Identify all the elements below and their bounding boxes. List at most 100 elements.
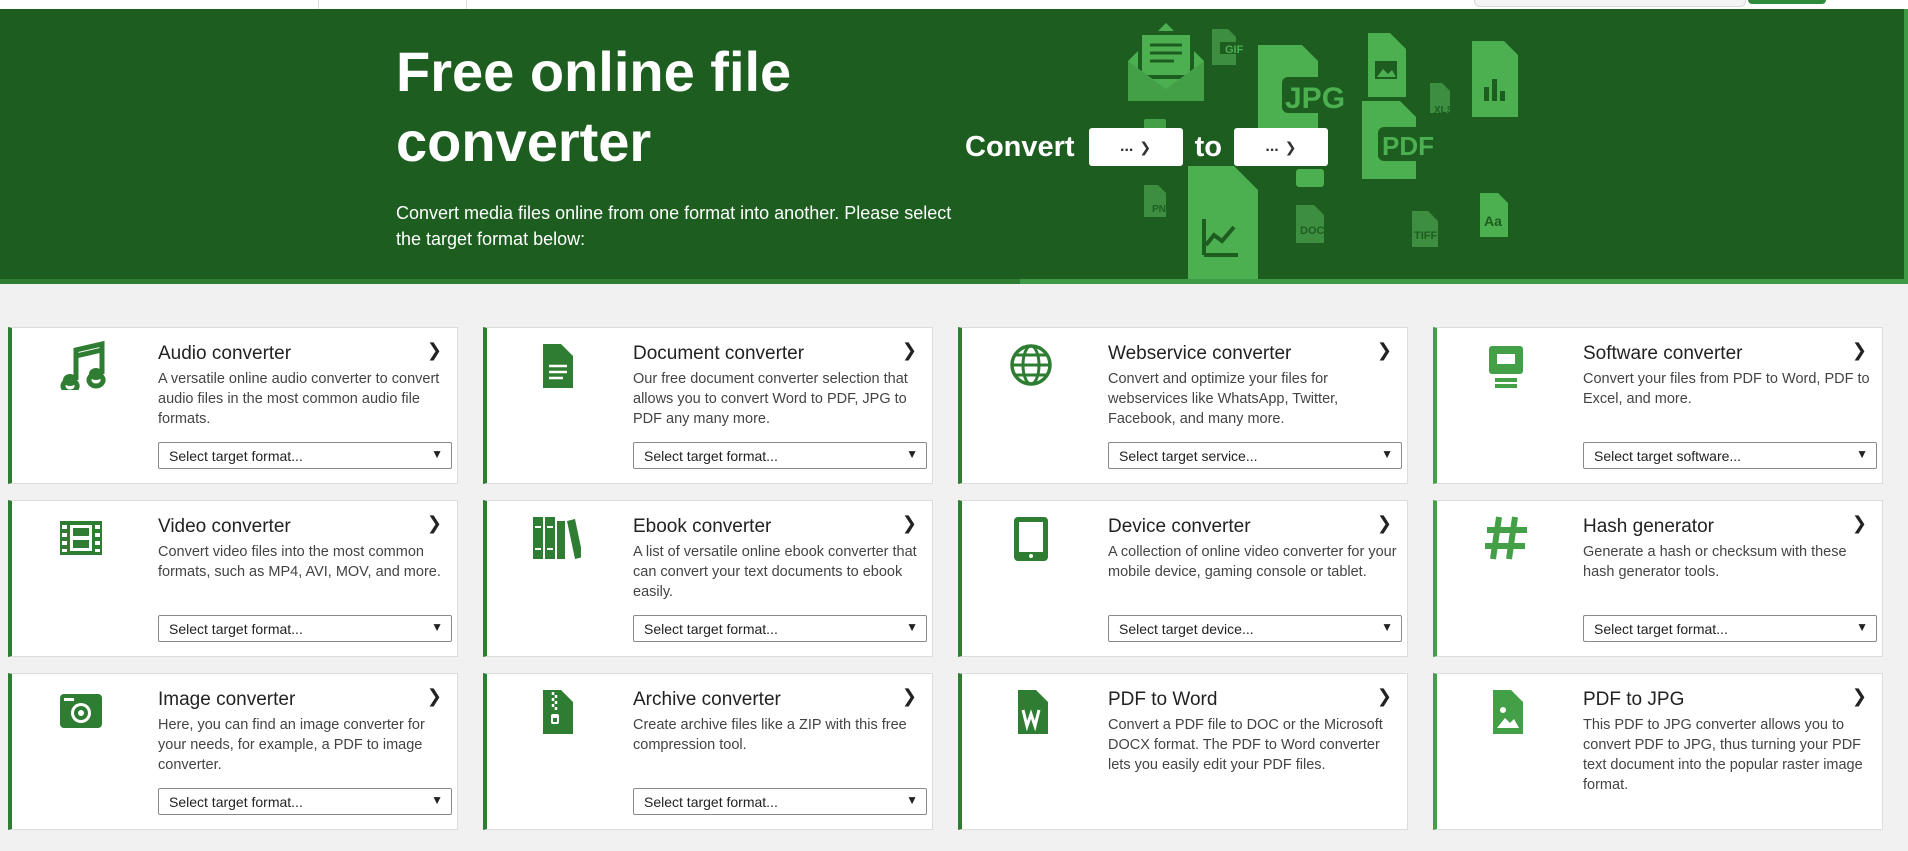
chevron-right-icon[interactable]: ❯ (902, 340, 917, 361)
png-label: PNG (1152, 204, 1174, 215)
target-format-dropdown[interactable]: Select target format... ▼ (633, 615, 927, 642)
hero-description: Convert media files online from one form… (396, 203, 952, 249)
card-title[interactable]: PDF to Word (1108, 689, 1217, 711)
source-format-select[interactable]: ... ❯ (1088, 128, 1183, 166)
chevron-right-icon[interactable]: ❯ (1377, 513, 1392, 534)
dropdown-value: Select target format... (169, 447, 303, 464)
dropdown-value: Select target format... (644, 620, 778, 637)
target-format-dropdown[interactable]: Select target format... ▼ (158, 788, 452, 815)
card-description: Our free document converter selection th… (633, 371, 908, 427)
card-title[interactable]: Ebook converter (633, 516, 771, 538)
font-label: Aa (1484, 213, 1502, 229)
chevron-down-icon: ▼ (1856, 620, 1868, 634)
source-format-value: ... (1120, 138, 1134, 155)
converter-card-video-converter[interactable]: Video converter Convert video files into … (8, 500, 458, 657)
dropdown-value: Select target format... (169, 793, 303, 810)
target-format-dropdown[interactable]: Select target format... ▼ (633, 442, 927, 469)
monitor-icon (1489, 346, 1523, 388)
hero-banner: GIF JPG XLS PDF PNG DOCX TIFF Aa Free on… (0, 9, 1904, 284)
card-description: Convert video files into the most common… (158, 544, 441, 580)
pdf-label: PDF (1382, 131, 1434, 161)
converter-card-document-converter[interactable]: Document converter Our free document conv… (483, 327, 933, 484)
dropdown-value: Select target format... (644, 793, 778, 810)
dropdown-value: Select target format... (169, 620, 303, 637)
converter-card-device-converter[interactable]: Device converter A collection of online v… (958, 500, 1408, 657)
card-description: A versatile online audio converter to co… (158, 371, 440, 427)
chevron-right-icon[interactable]: ❯ (1852, 513, 1867, 534)
card-description: This PDF to JPG converter allows you to … (1583, 717, 1863, 793)
chevron-down-icon: ▼ (906, 793, 918, 807)
chevron-right-icon[interactable]: ❯ (1377, 686, 1392, 707)
chevron-down-icon: ▼ (1381, 447, 1393, 461)
card-title[interactable]: Software converter (1583, 343, 1742, 365)
printer-icon (1296, 169, 1324, 187)
dropdown-value: Select target format... (1594, 620, 1728, 637)
dropdown-value: Select target device... (1119, 620, 1254, 637)
document-icon (543, 344, 573, 388)
card-title[interactable]: Video converter (158, 516, 291, 538)
chevron-down-icon: ▼ (431, 620, 443, 634)
target-format-dropdown[interactable]: Select target service... ▼ (1108, 442, 1402, 469)
converter-card-audio-converter[interactable]: Audio converter A versatile online audio … (8, 327, 458, 484)
chevron-right-icon[interactable]: ❯ (1852, 686, 1867, 707)
card-description: Here, you can find an image converter fo… (158, 717, 425, 773)
target-format-value: ... (1265, 138, 1279, 155)
nav-green-button-edge[interactable] (1748, 0, 1826, 4)
gif-label: GIF (1225, 44, 1244, 56)
chevron-right-icon[interactable]: ❯ (427, 686, 442, 707)
chevron-down-icon: ▼ (906, 620, 918, 634)
chevron-right-icon[interactable]: ❯ (427, 513, 442, 534)
search-bar-edge[interactable] (1474, 0, 1746, 7)
converter-card-software-converter[interactable]: Software converter Convert your files fro… (1433, 327, 1883, 484)
target-format-select[interactable]: ... ❯ (1233, 128, 1328, 166)
card-description: A collection of online video converter f… (1108, 544, 1397, 580)
target-format-dropdown[interactable]: Select target device... ▼ (1108, 615, 1402, 642)
converter-card-pdf-to-word[interactable]: PDF to Word Convert a PDF file to DOC or … (958, 673, 1408, 830)
converter-card-webservice-converter[interactable]: Webservice converter Convert and optimize… (958, 327, 1408, 484)
tiff-label: TIFF (1414, 230, 1437, 242)
dropdown-value: Select target software... (1594, 447, 1742, 464)
target-format-dropdown[interactable]: Select target format... ▼ (633, 788, 927, 815)
card-title[interactable]: Audio converter (158, 343, 291, 365)
jpg-label: JPG (1285, 82, 1345, 115)
word-file-icon (1018, 690, 1048, 734)
converter-card-ebook-converter[interactable]: Ebook converter A list of versatile onlin… (483, 500, 933, 657)
xls-label: XLS (1434, 105, 1454, 116)
target-format-dropdown[interactable]: Select target format... ▼ (158, 615, 452, 642)
chevron-right-icon[interactable]: ❯ (427, 340, 442, 361)
card-title[interactable]: Device converter (1108, 516, 1251, 538)
image-file-icon (1493, 690, 1523, 734)
target-format-dropdown[interactable]: Select target software... ▼ (1583, 442, 1877, 469)
music-note-icon (60, 340, 106, 390)
chevron-down-icon: ▼ (1856, 447, 1868, 461)
chevron-right-icon[interactable]: ❯ (902, 686, 917, 707)
card-title[interactable]: Hash generator (1583, 516, 1714, 538)
dropdown-value: Select target service... (1119, 447, 1258, 464)
page-title: Free online file converter (396, 40, 792, 173)
converter-card-hash-generator[interactable]: Hash generator Generate a hash or checksu… (1433, 500, 1883, 657)
target-format-dropdown[interactable]: Select target format... ▼ (158, 442, 452, 469)
card-description: Generate a hash or checksum with these h… (1583, 544, 1847, 580)
target-format-dropdown[interactable]: Select target format... ▼ (1583, 615, 1877, 642)
card-title[interactable]: Image converter (158, 689, 295, 711)
chevron-right-icon[interactable]: ❯ (902, 513, 917, 534)
books-icon (533, 517, 581, 559)
card-title[interactable]: Webservice converter (1108, 343, 1291, 365)
card-title[interactable]: Document converter (633, 343, 804, 365)
converter-card-pdf-to-jpg[interactable]: PDF to JPG This PDF to JPG converter allo… (1433, 673, 1883, 830)
card-title[interactable]: PDF to JPG (1583, 689, 1684, 711)
card-description: A list of versatile online ebook convert… (633, 544, 917, 600)
nav-separator (466, 0, 467, 9)
chevron-down-icon: ▼ (1381, 620, 1393, 634)
hash-icon (1485, 516, 1527, 560)
converter-card-image-converter[interactable]: Image converter Here, you can find an ima… (8, 673, 458, 830)
dropdown-value: Select target format... (644, 447, 778, 464)
converter-card-archive-converter[interactable]: Archive converter Create archive files li… (483, 673, 933, 830)
card-description: Convert your files from PDF to Word, PDF… (1583, 371, 1870, 407)
card-title[interactable]: Archive converter (633, 689, 781, 711)
hero-edge (1904, 9, 1908, 284)
chevron-down-icon: ▼ (431, 793, 443, 807)
chevron-right-icon[interactable]: ❯ (1852, 340, 1867, 361)
chevron-right-icon[interactable]: ❯ (1377, 340, 1392, 361)
hero-bottom-stripe (0, 279, 1908, 284)
